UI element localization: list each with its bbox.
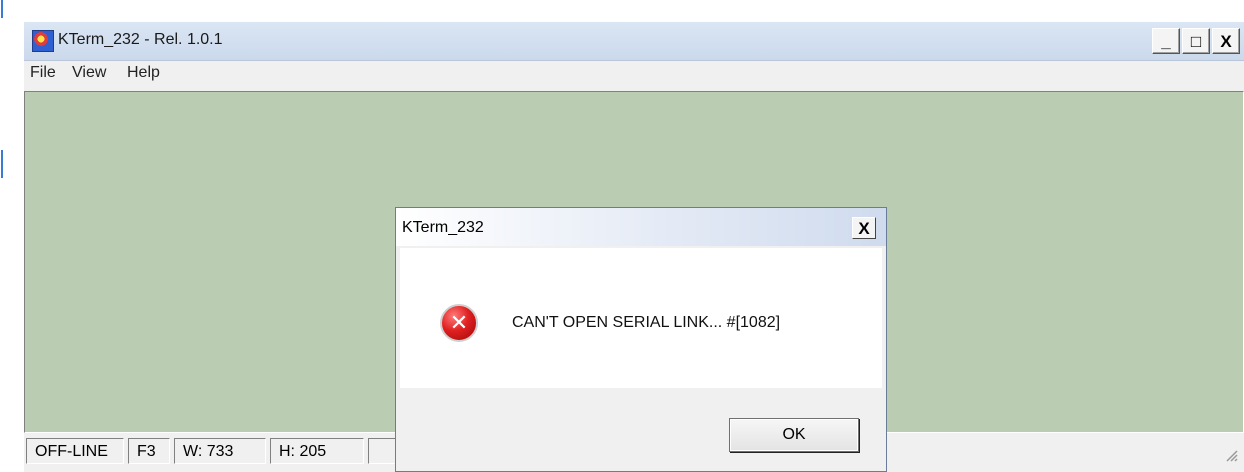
minimize-button[interactable]: _: [1152, 28, 1180, 54]
error-icon: ✕: [440, 304, 478, 342]
status-function-key: F3: [128, 438, 170, 464]
error-dialog: KTerm_232 X ✕ CAN'T OPEN SERIAL LINK... …: [395, 207, 887, 472]
menu-help[interactable]: Help: [127, 64, 160, 82]
ok-button[interactable]: OK: [729, 418, 859, 452]
close-button[interactable]: X: [1212, 28, 1240, 54]
edge-segment: [1, 0, 3, 18]
window-title: KTerm_232 - Rel. 1.0.1: [58, 31, 223, 48]
dialog-title: KTerm_232: [402, 219, 484, 236]
kterm-app-icon[interactable]: [32, 30, 54, 52]
dialog-body: ✕ CAN'T OPEN SERIAL LINK... #[1082]: [400, 248, 882, 388]
status-height: H: 205: [270, 438, 364, 464]
window-controls: _ □ X: [1152, 28, 1240, 54]
title-bar[interactable]: KTerm_232 - Rel. 1.0.1 _ □ X: [24, 22, 1244, 61]
edge-segment: [1, 150, 3, 178]
desktop-edge: [0, 0, 4, 200]
maximize-button[interactable]: □: [1182, 28, 1210, 54]
error-message: CAN'T OPEN SERIAL LINK... #[1082]: [512, 314, 781, 331]
dialog-title-bar[interactable]: KTerm_232 X: [396, 208, 886, 246]
menu-file[interactable]: File: [30, 64, 56, 82]
status-connection: OFF-LINE: [26, 438, 124, 464]
status-width: W: 733: [174, 438, 266, 464]
menu-view[interactable]: View: [72, 64, 106, 82]
resize-grip-icon[interactable]: [1222, 446, 1238, 462]
dialog-close-button[interactable]: X: [852, 217, 876, 239]
menu-bar: File View Help: [24, 61, 1244, 87]
